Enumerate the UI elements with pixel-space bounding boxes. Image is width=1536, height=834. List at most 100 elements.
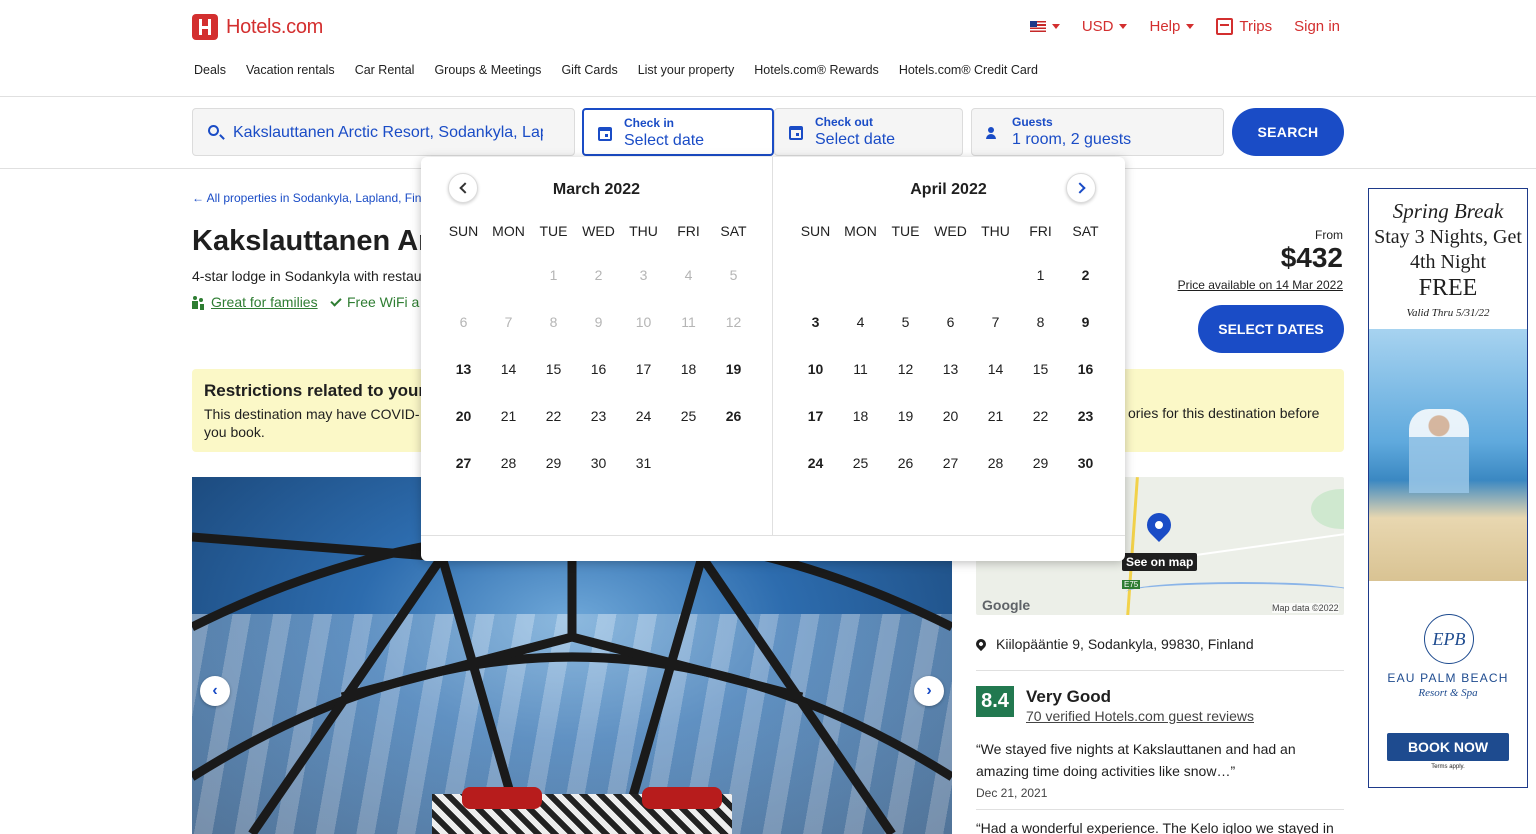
calendar-day[interactable]: 18 xyxy=(666,354,711,384)
calendar-day[interactable]: 10 xyxy=(793,354,838,384)
calendar-day[interactable]: 20 xyxy=(441,401,486,431)
calendar-day[interactable]: 22 xyxy=(1018,401,1063,431)
calendar-day[interactable]: 8 xyxy=(1018,307,1063,337)
help-menu[interactable]: Help xyxy=(1149,18,1195,35)
calendar-day: 12 xyxy=(711,307,756,337)
calendar-day[interactable]: 26 xyxy=(883,448,928,478)
calendar-day[interactable]: 21 xyxy=(973,401,1018,431)
review-score-word: Very Good xyxy=(1026,687,1112,706)
review-score: 8.4 xyxy=(976,686,1014,717)
calendar-day[interactable]: 15 xyxy=(1018,354,1063,384)
calendar-day[interactable]: 18 xyxy=(838,401,883,431)
nav-deals[interactable]: Deals xyxy=(194,63,226,77)
currency-selector[interactable]: USD xyxy=(1082,18,1128,35)
photo-prev-button[interactable]: ‹ xyxy=(200,676,230,706)
calendar-day[interactable]: 27 xyxy=(441,448,486,478)
calendar-day[interactable]: 5 xyxy=(883,307,928,337)
see-on-map-link[interactable]: See on map xyxy=(1122,553,1198,571)
calendar-day[interactable]: 13 xyxy=(928,354,973,384)
advertisement[interactable]: Spring Break Stay 3 Nights, Get 4th Nigh… xyxy=(1368,188,1528,788)
calendar-day[interactable]: 20 xyxy=(928,401,973,431)
nav-credit-card[interactable]: Hotels.com® Credit Card xyxy=(899,63,1038,77)
calendar-day[interactable]: 19 xyxy=(883,401,928,431)
ad-headline: Spring Break xyxy=(1392,199,1504,223)
calendar-day[interactable]: 16 xyxy=(576,354,621,384)
calendar-day[interactable]: 21 xyxy=(486,401,531,431)
ad-book-now-button[interactable]: BOOK NOW xyxy=(1387,733,1509,761)
amenity-families[interactable]: Great for families xyxy=(192,294,318,310)
calendar-day[interactable]: 11 xyxy=(838,354,883,384)
calendar-day[interactable]: 22 xyxy=(531,401,576,431)
weekday-label: TUE xyxy=(891,223,920,239)
calendar-day[interactable]: 25 xyxy=(666,401,711,431)
reviews-link[interactable]: 70 verified Hotels.com guest reviews xyxy=(1026,708,1254,724)
check-in-field[interactable]: Check in Select date xyxy=(582,108,774,156)
ad-free: FREE xyxy=(1418,275,1478,301)
top-nav: USD Help Trips Sign in xyxy=(1029,18,1340,35)
calendar-day[interactable]: 1 xyxy=(1018,260,1063,290)
search-icon xyxy=(208,125,219,136)
calendar-day[interactable]: 28 xyxy=(486,448,531,478)
nav-groups-meetings[interactable]: Groups & Meetings xyxy=(434,63,541,77)
nav-gift-cards[interactable]: Gift Cards xyxy=(561,63,617,77)
calendar-day: 3 xyxy=(621,260,666,290)
calendar-day[interactable]: 31 xyxy=(621,448,666,478)
calendar-day[interactable]: 30 xyxy=(576,448,621,478)
calendar-day[interactable]: 17 xyxy=(621,354,666,384)
calendar-day[interactable]: 19 xyxy=(711,354,756,384)
calendar-day[interactable]: 29 xyxy=(531,448,576,478)
calendar-day[interactable]: 14 xyxy=(486,354,531,384)
calendar-day[interactable]: 17 xyxy=(793,401,838,431)
restrictions-body: This destination may have COVID- you boo… xyxy=(204,406,420,440)
month-title: April 2022 xyxy=(910,181,987,198)
sign-in-link[interactable]: Sign in xyxy=(1294,18,1340,35)
calendar-day[interactable]: 9 xyxy=(1063,307,1108,337)
calendar-day[interactable]: 14 xyxy=(973,354,1018,384)
calendar-day[interactable]: 6 xyxy=(928,307,973,337)
guests-icon xyxy=(986,127,1002,139)
trips-link[interactable]: Trips xyxy=(1216,18,1272,35)
breadcrumb[interactable]: ← All properties in Sodankyla, Lapland, … xyxy=(192,191,444,205)
check-out-field[interactable]: Check out Select date xyxy=(774,108,963,156)
address: Kiilopääntie 9, Sodankyla, 99830, Finlan… xyxy=(973,636,1254,652)
calendar-day[interactable]: 28 xyxy=(973,448,1018,478)
calendar-day[interactable]: 30 xyxy=(1063,448,1108,478)
map-park xyxy=(1311,489,1344,529)
weekday-label: THU xyxy=(629,223,658,239)
calendar-day[interactable]: 13 xyxy=(441,354,486,384)
nav-rewards[interactable]: Hotels.com® Rewards xyxy=(754,63,879,77)
calendar-day[interactable]: 29 xyxy=(1018,448,1063,478)
calendar-day[interactable]: 3 xyxy=(793,307,838,337)
nav-car-rental[interactable]: Car Rental xyxy=(355,63,415,77)
select-dates-button[interactable]: SELECT DATES xyxy=(1198,305,1344,353)
calendar-day[interactable]: 12 xyxy=(883,354,928,384)
calendar-day[interactable]: 26 xyxy=(711,401,756,431)
calendar-day[interactable]: 7 xyxy=(973,307,1018,337)
weekday-label: SUN xyxy=(448,223,479,239)
calendar-day[interactable]: 16 xyxy=(1063,354,1108,384)
nav-list-property[interactable]: List your property xyxy=(638,63,735,77)
destination-field[interactable]: Kakslauttanen Arctic Resort, Sodankyla, … xyxy=(192,108,575,156)
ad-brand-sub: Resort & Spa xyxy=(1418,687,1478,699)
calendar-day[interactable]: 2 xyxy=(1063,260,1108,290)
month-april: April 2022 SUN MON TUE WED THU FRI SAT 1 2 3 4 5 6 7 8… xyxy=(773,157,1124,535)
calendar-day[interactable]: 4 xyxy=(838,307,883,337)
calendar-day[interactable]: 27 xyxy=(928,448,973,478)
photo-next-button[interactable]: › xyxy=(914,676,944,706)
calendar-day: 9 xyxy=(576,307,621,337)
search-button[interactable]: SEARCH xyxy=(1232,108,1344,156)
weekday-label: THU xyxy=(981,223,1010,239)
hotels-logo[interactable]: Hotels.com xyxy=(192,14,323,40)
guests-field[interactable]: Guests 1 room, 2 guests xyxy=(971,108,1224,156)
calendar-day[interactable]: 15 xyxy=(531,354,576,384)
us-flag-icon xyxy=(1029,21,1046,32)
price-note[interactable]: Price available on 14 Mar 2022 xyxy=(1178,278,1343,292)
calendar-day[interactable]: 24 xyxy=(793,448,838,478)
calendar-day[interactable]: 25 xyxy=(838,448,883,478)
language-selector[interactable] xyxy=(1029,21,1060,32)
calendar-day[interactable]: 23 xyxy=(576,401,621,431)
nav-vacation-rentals[interactable]: Vacation rentals xyxy=(246,63,335,77)
calendar-day[interactable]: 23 xyxy=(1063,401,1108,431)
calendar-day: 6 xyxy=(441,307,486,337)
calendar-day[interactable]: 24 xyxy=(621,401,666,431)
